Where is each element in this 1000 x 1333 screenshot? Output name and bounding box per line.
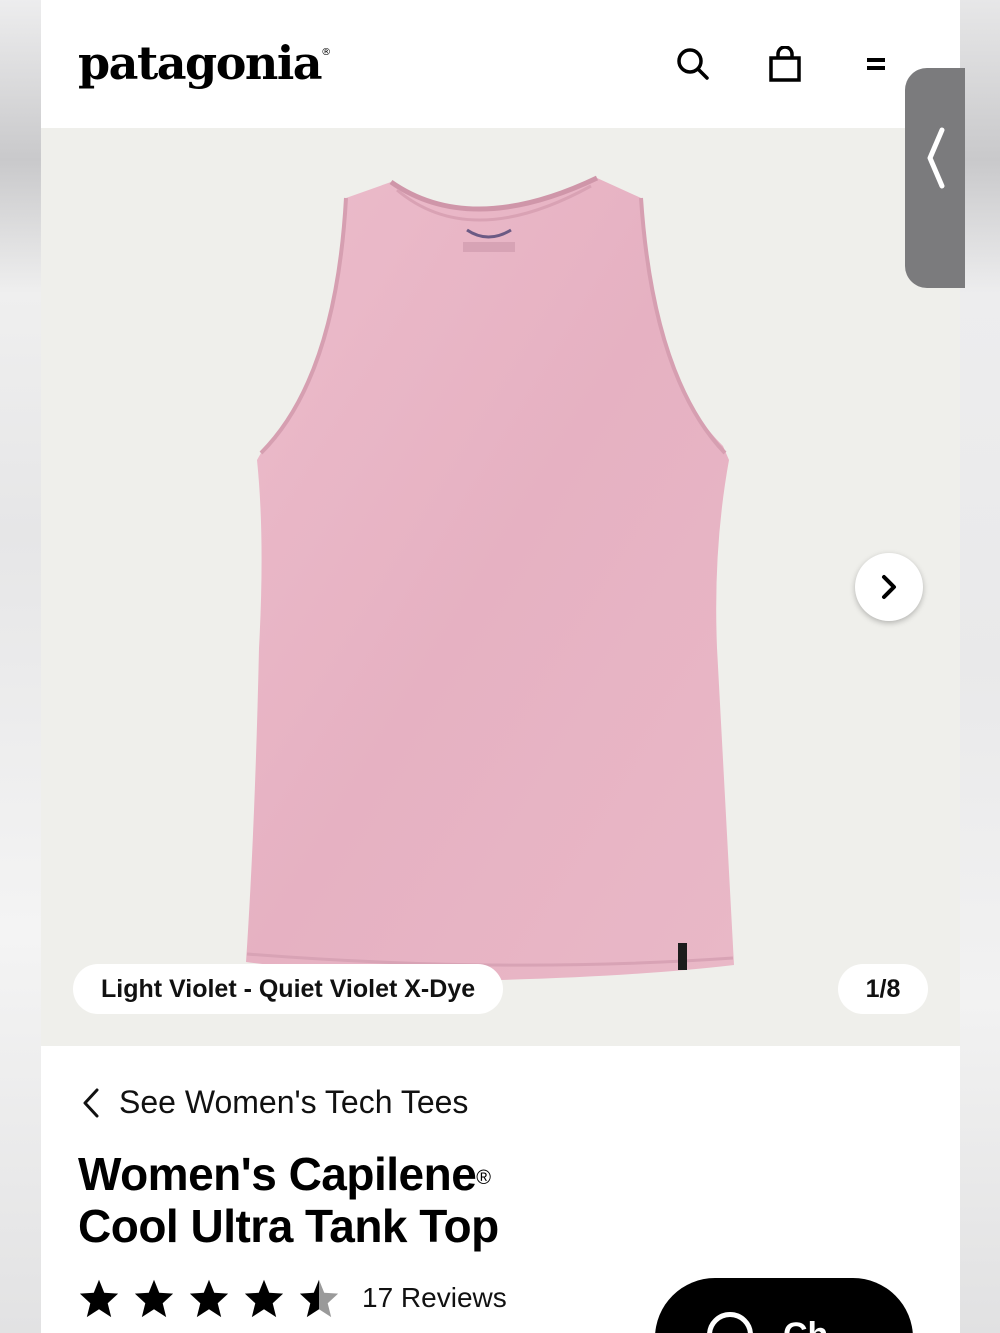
half-star-icon	[299, 1279, 339, 1318]
next-image-button[interactable]	[855, 553, 923, 621]
star-rating	[78, 1278, 340, 1318]
image-counter: 1/8	[838, 964, 928, 1014]
chat-button[interactable]: Ch	[655, 1278, 913, 1333]
shopping-bag-icon[interactable]	[765, 44, 805, 84]
patagonia-logo[interactable]: patagonia®	[78, 36, 331, 90]
review-count-link[interactable]: 17 Reviews	[362, 1282, 507, 1314]
chevron-right-icon	[882, 575, 896, 599]
product-image	[246, 175, 734, 980]
star-icon	[79, 1279, 119, 1318]
star-icon	[134, 1279, 174, 1318]
product-title: Women's Capilene® Cool Ultra Tank Top	[78, 1148, 499, 1252]
product-rating[interactable]: 17 Reviews	[78, 1278, 507, 1318]
menu-icon[interactable]	[857, 44, 897, 84]
back-to-category-link[interactable]: See Women's Tech Tees	[81, 1084, 468, 1121]
chevron-left-icon	[927, 127, 945, 189]
right-gutter	[960, 0, 1000, 1333]
product-image-gallery[interactable]: Light Violet - Quiet Violet X-Dye 1/8	[41, 128, 960, 1046]
search-icon[interactable]	[673, 44, 713, 84]
color-name-label: Light Violet - Quiet Violet X-Dye	[73, 964, 504, 1014]
left-gutter	[0, 0, 41, 1333]
chat-icon	[707, 1312, 753, 1333]
chat-button-label: Ch	[783, 1316, 828, 1333]
star-icon	[189, 1279, 229, 1318]
site-header: patagonia®	[41, 0, 960, 128]
star-icon	[244, 1279, 284, 1318]
product-page: patagonia® Light Violet - Quiet Violet X…	[41, 0, 960, 1333]
side-drawer-tab[interactable]	[905, 68, 965, 288]
back-link-label: See Women's Tech Tees	[119, 1084, 469, 1120]
chevron-left-icon	[83, 1088, 99, 1117]
